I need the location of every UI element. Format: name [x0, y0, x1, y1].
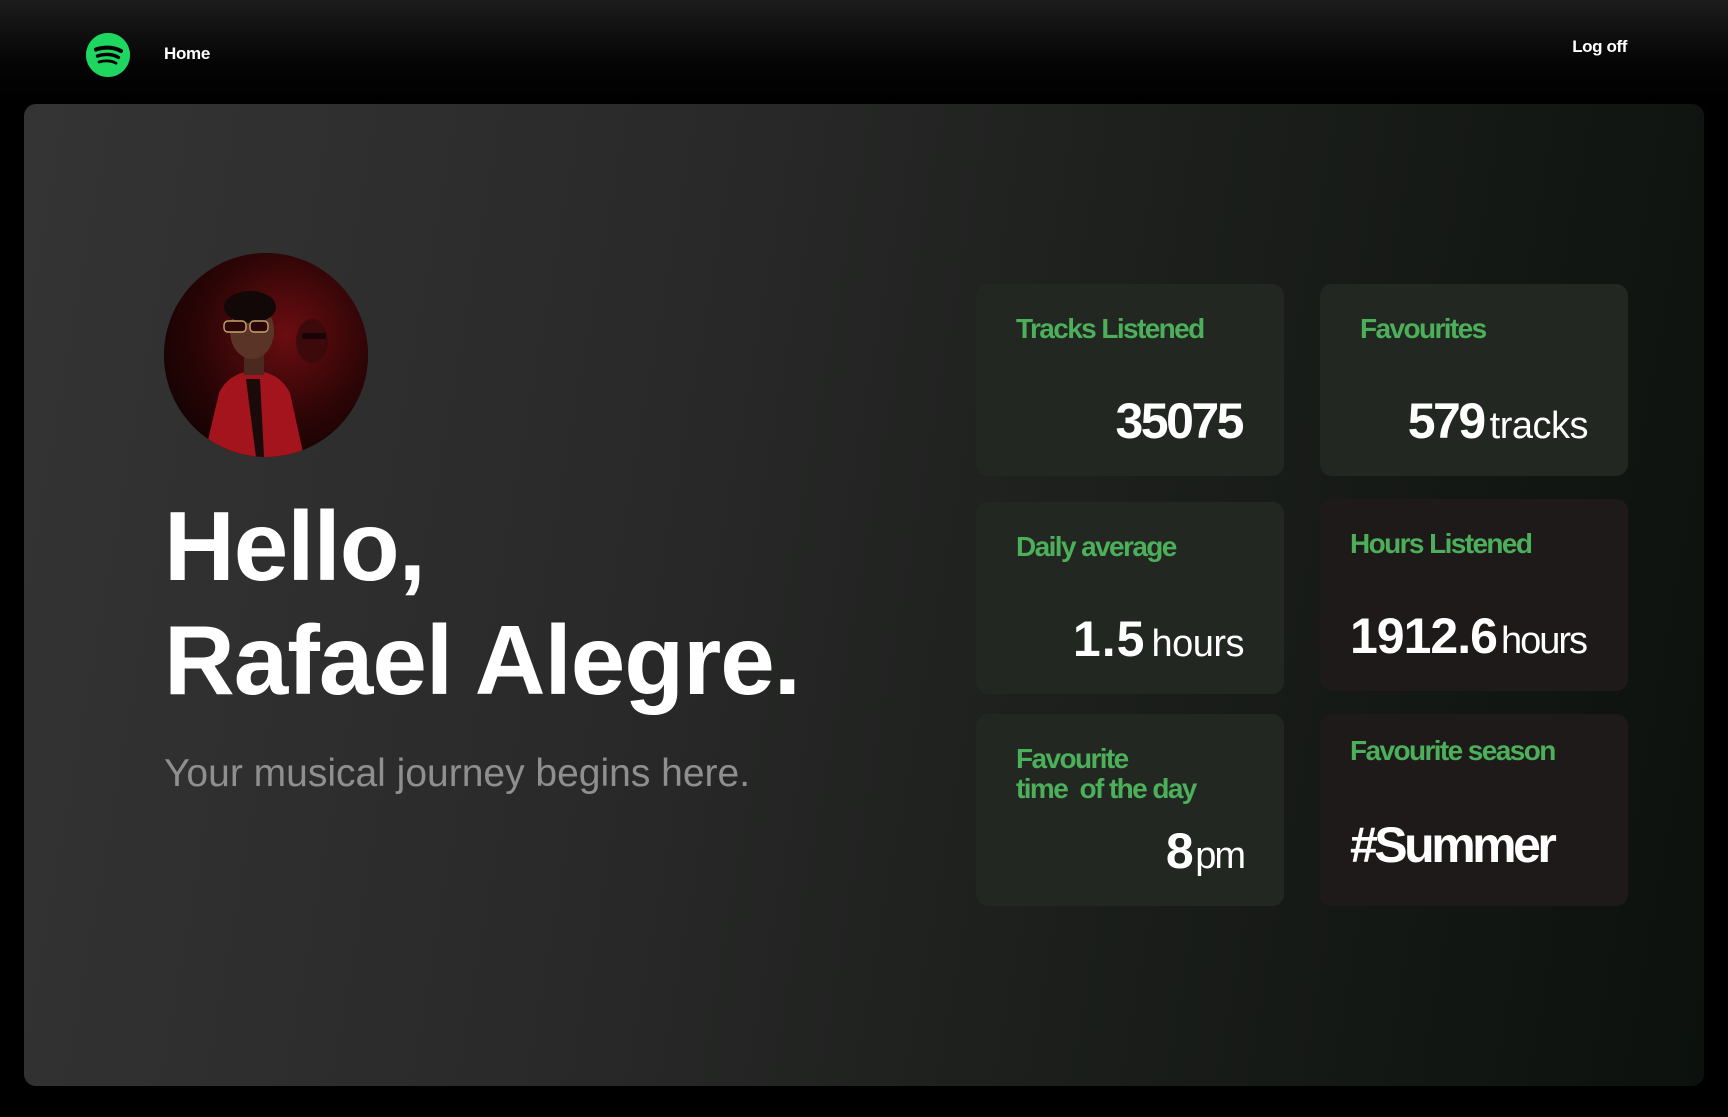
stat-unit: hours [1500, 620, 1588, 662]
stat-unit: tracks [1489, 405, 1589, 447]
stat-card-favourite-time: Favourite time of the day 8 pm [976, 714, 1284, 906]
stat-card-tracks-listened: Tracks Listened 35075 [976, 284, 1284, 476]
stat-label: Favourite season [1350, 735, 1556, 766]
logoff-link[interactable]: Log off [1572, 37, 1627, 57]
stat-value: #Summer [1350, 816, 1557, 874]
stat-value: 1912.6 hours [1350, 607, 1588, 665]
stat-number: 1912.6 [1350, 608, 1498, 664]
stat-value: 579 tracks [1407, 392, 1589, 450]
stat-label: Favourite time of the day [1016, 743, 1197, 804]
stat-number: 8 [1165, 823, 1194, 879]
stat-label: Tracks Listened [1016, 313, 1205, 344]
stat-number: 35075 [1115, 393, 1244, 449]
stat-unit: hours [1151, 623, 1244, 665]
top-nav-bar: Home Log off [0, 0, 1728, 104]
stat-card-favourite-season: Favourite season #Summer [1320, 714, 1628, 906]
dashboard-panel: Hello, Rafael Alegre. Your musical journ… [24, 104, 1704, 1086]
greeting-subtitle: Your musical journey begins here. [164, 752, 751, 795]
stat-value: 8 pm [1165, 822, 1246, 880]
greeting-line-2: Rafael Alegre. [164, 605, 801, 715]
stat-label-line-2: time of the day [1016, 773, 1197, 804]
stat-number: 1.5 [1072, 611, 1146, 667]
stat-label: Hours Listened [1350, 528, 1533, 559]
stat-card-daily-average: Daily average 1.5 hours [976, 502, 1284, 694]
stat-unit: pm [1195, 835, 1246, 877]
stat-number: 579 [1407, 393, 1486, 449]
stat-value: 35075 [1115, 392, 1244, 450]
greeting-heading: Hello, Rafael Alegre. [164, 489, 801, 717]
stat-card-hours-listened: Hours Listened 1912.6 hours [1320, 499, 1628, 691]
greeting-line-1: Hello, [164, 491, 426, 601]
stat-value: 1.5 hours [1072, 610, 1245, 668]
stat-number: #Summer [1350, 817, 1557, 873]
nav-home-link[interactable]: Home [164, 44, 210, 64]
stat-label-line-1: Favourite [1016, 743, 1129, 774]
stat-label: Favourites [1360, 313, 1487, 344]
stat-label: Daily average [1016, 531, 1177, 562]
spotify-logo-icon[interactable] [86, 33, 130, 77]
avatar [164, 253, 368, 457]
stat-card-favourites: Favourites 579 tracks [1320, 284, 1628, 476]
